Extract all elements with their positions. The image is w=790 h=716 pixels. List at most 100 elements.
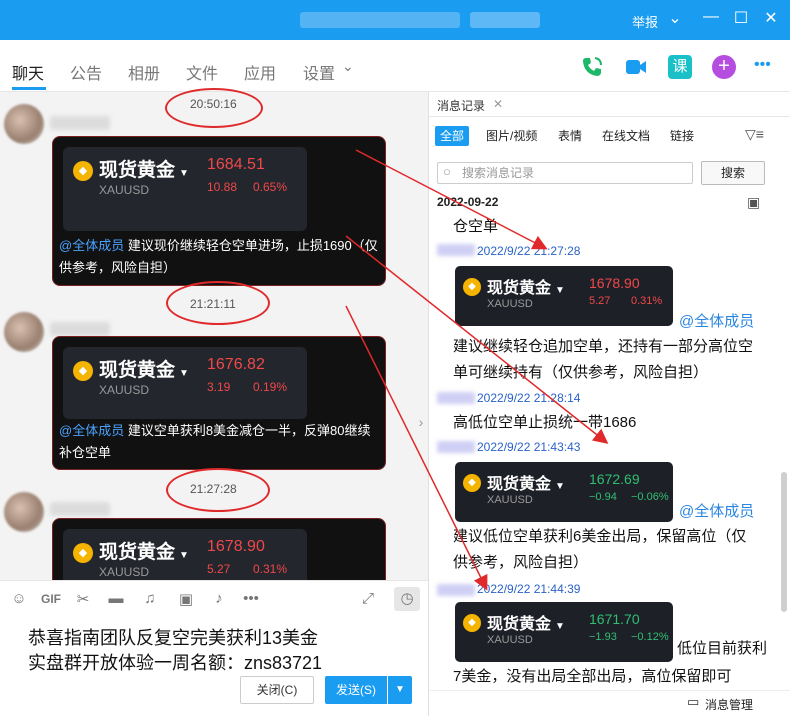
gold-coin-icon: ◆ bbox=[73, 161, 93, 181]
history-text: 单可继续持有（仅供参考，风险自担） bbox=[453, 364, 709, 381]
compose-area[interactable]: 恭喜指南团队反复空完美获利13美金 实盘群开放体验一周名额：zns83721 关… bbox=[0, 616, 428, 716]
quote-change: 5.27 bbox=[207, 562, 231, 576]
quote-symbol: XAUUSD bbox=[487, 494, 533, 506]
minimize-button[interactable]: — bbox=[700, 8, 722, 26]
avatar[interactable] bbox=[4, 492, 44, 532]
history-text: 仓空单 bbox=[453, 218, 499, 235]
filter-icon[interactable]: ▽≡ bbox=[745, 126, 764, 143]
add-app-icon[interactable]: + bbox=[712, 55, 736, 79]
scissors-icon[interactable]: ✂ bbox=[72, 590, 94, 608]
tab-announcement[interactable]: 公告 bbox=[70, 60, 102, 84]
caret-down-icon: ▼ bbox=[555, 285, 565, 296]
group-title-blurred bbox=[300, 12, 460, 28]
filter-stickers[interactable]: 表情 bbox=[553, 126, 587, 146]
avatar[interactable] bbox=[4, 312, 44, 352]
quote-percent: −0.12% bbox=[631, 631, 669, 643]
history-time: 2022/9/22 21:44:39 bbox=[477, 582, 581, 596]
settings-chevron-icon[interactable]: ⌄ bbox=[342, 58, 354, 75]
quote-card[interactable]: ◆ 现货黄金 ▼ XAUUSD 1671.70 −1.93 −0.12% bbox=[455, 602, 673, 662]
avatar[interactable] bbox=[4, 104, 44, 144]
annotation-ellipse bbox=[166, 468, 270, 512]
message-bubble[interactable]: ◆ 现货黄金 ▼ XAUUSD 1676.82 3.19 0.19% @全体成员 … bbox=[52, 336, 386, 470]
sender-name-blurred bbox=[437, 244, 475, 256]
message-line: 供参考，风险自担） bbox=[59, 260, 177, 275]
quote-price: 1671.70 bbox=[589, 611, 640, 627]
filter-media[interactable]: 图片/视频 bbox=[481, 126, 542, 146]
history-date: 2022-09-22 bbox=[437, 195, 499, 209]
folder-icon[interactable]: ▬ bbox=[105, 590, 127, 607]
history-time: 2022/9/22 21:27:28 bbox=[477, 244, 581, 258]
history-text: 建议低位空单获利6美金出局，保留高位（仅 bbox=[453, 528, 747, 545]
report-button[interactable]: 举报 bbox=[632, 12, 658, 31]
quote-name: 现货黄金 bbox=[99, 360, 176, 381]
music-icon[interactable]: ♫ bbox=[139, 590, 161, 607]
caret-down-icon: ▼ bbox=[179, 550, 189, 561]
calendar-icon[interactable]: ▣ bbox=[747, 194, 760, 211]
dropdown-icon[interactable]: ⌄ bbox=[664, 8, 686, 28]
lesson-icon[interactable]: 课 bbox=[668, 55, 692, 79]
quote-change: 3.19 bbox=[207, 380, 231, 394]
send-button[interactable]: 发送(S) bbox=[325, 676, 387, 704]
quote-card[interactable]: ◆ 现货黄金 ▼ XAUUSD 1684.51 10.88 0.65% bbox=[63, 147, 307, 231]
message-manager-icon: ▭ bbox=[687, 694, 700, 709]
quote-card[interactable]: ◆ 现货黄金 ▼ XAUUSD 1672.69 −0.94 −0.06% bbox=[455, 462, 673, 522]
gold-coin-icon: ◆ bbox=[463, 278, 481, 296]
mention-all[interactable]: @全体成员 bbox=[679, 500, 754, 521]
tab-chat[interactable]: 聊天 bbox=[12, 60, 44, 84]
history-search-button[interactable]: 搜索 bbox=[701, 161, 765, 185]
history-icon[interactable]: ◷ bbox=[394, 587, 420, 611]
divider bbox=[429, 690, 790, 691]
message-manager-button[interactable]: 消息管理 bbox=[705, 696, 753, 713]
quote-price: 1678.90 bbox=[589, 275, 640, 291]
notify-icon[interactable]: ♪ bbox=[208, 590, 230, 607]
phone-icon[interactable] bbox=[580, 55, 604, 79]
active-tab-indicator bbox=[12, 87, 46, 90]
message-text: @全体成员 建议空单获利8美金减仓一半，反弹80继续 bbox=[59, 420, 371, 442]
quote-change: 5.27 bbox=[589, 295, 611, 307]
quote-symbol: XAUUSD bbox=[99, 383, 150, 397]
close-window-button[interactable]: ✕ bbox=[760, 8, 782, 28]
quote-name: 现货黄金 bbox=[487, 616, 552, 633]
video-icon[interactable] bbox=[624, 55, 648, 79]
collapse-panel-chevron-icon[interactable]: › bbox=[414, 392, 428, 452]
history-scrollbar[interactable] bbox=[781, 472, 787, 612]
message-bubble[interactable]: ◆ 现货黄金 ▼ XAUUSD 1684.51 10.88 0.65% @全体成员… bbox=[52, 136, 386, 286]
filter-all[interactable]: 全部 bbox=[435, 126, 470, 146]
close-history-icon[interactable]: ✕ bbox=[493, 97, 503, 111]
quote-card[interactable]: ◆ 现货黄金 ▼ XAUUSD 1676.82 3.19 0.19% bbox=[63, 347, 307, 419]
filter-docs[interactable]: 在线文档 bbox=[597, 126, 655, 146]
tab-album[interactable]: 相册 bbox=[128, 60, 160, 84]
tab-files[interactable]: 文件 bbox=[186, 60, 218, 84]
emoji-icon[interactable]: ☺ bbox=[8, 590, 30, 607]
filter-links[interactable]: 链接 bbox=[665, 126, 699, 146]
send-options-chevron-icon[interactable]: ▼ bbox=[388, 676, 412, 704]
history-search-input[interactable]: 搜索消息记录 bbox=[437, 162, 693, 184]
message-line: 补仓空单 bbox=[59, 445, 112, 460]
expand-icon[interactable]: ⤢ bbox=[357, 590, 379, 607]
gold-coin-icon: ◆ bbox=[463, 474, 481, 492]
tab-settings[interactable]: 设置 bbox=[303, 60, 335, 84]
quote-percent: 0.31% bbox=[253, 562, 288, 576]
mention-all[interactable]: @全体成员 bbox=[59, 238, 124, 253]
image-icon[interactable]: ▣ bbox=[175, 590, 197, 608]
close-button[interactable]: 关闭(C) bbox=[240, 676, 314, 704]
maximize-button[interactable]: ☐ bbox=[730, 8, 752, 28]
sender-name-blurred bbox=[50, 502, 110, 516]
quote-price: 1678.90 bbox=[207, 538, 265, 555]
tab-apps[interactable]: 应用 bbox=[244, 60, 276, 84]
history-text: 供参考，风险自担） bbox=[453, 554, 589, 571]
quote-percent: −0.06% bbox=[631, 491, 669, 503]
more-icon[interactable]: ••• bbox=[754, 56, 771, 74]
mention-all[interactable]: @全体成员 bbox=[59, 423, 124, 438]
gold-coin-icon: ◆ bbox=[463, 614, 481, 632]
quote-percent: 0.19% bbox=[253, 380, 288, 394]
quote-name: 现货黄金 bbox=[487, 280, 552, 297]
more-tools-icon[interactable]: ••• bbox=[238, 590, 264, 607]
compose-input[interactable]: 恭喜指南团队反复空完美获利13美金 实盘群开放体验一周名额：zns83721 bbox=[28, 626, 322, 676]
quote-card[interactable]: ◆ 现货黄金 ▼ XAUUSD 1678.90 5.27 0.31% bbox=[63, 529, 307, 580]
message-bubble[interactable]: ◆ 现货黄金 ▼ XAUUSD 1678.90 5.27 0.31% bbox=[52, 518, 386, 580]
history-tab[interactable]: 消息记录 bbox=[437, 97, 485, 114]
mention-all[interactable]: @全体成员 bbox=[679, 310, 754, 331]
gif-icon[interactable]: GIF bbox=[38, 592, 64, 606]
quote-card[interactable]: ◆ 现货黄金 ▼ XAUUSD 1678.90 5.27 0.31% bbox=[455, 266, 673, 326]
